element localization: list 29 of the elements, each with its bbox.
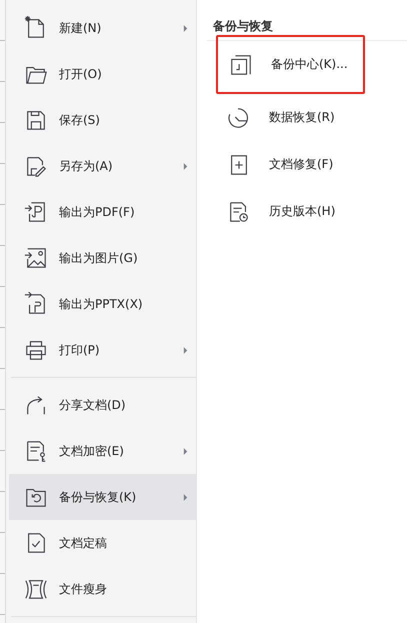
- printer-icon: [24, 338, 48, 362]
- encrypted-file-icon: [24, 439, 48, 463]
- backup-center-icon: [229, 52, 253, 76]
- save-as-icon: [24, 154, 48, 178]
- pdf-export-icon: [24, 200, 48, 224]
- submenu-item[interactable]: 数据恢复(R): [197, 94, 407, 141]
- save-icon: [24, 108, 48, 132]
- menu-item[interactable]: 打印(P): [6, 327, 196, 373]
- menu-item[interactable]: 分享文档(D): [6, 382, 196, 428]
- menu-item[interactable]: 输出为PDF(F): [6, 189, 196, 235]
- submenu-item[interactable]: 备份中心(K)...: [216, 35, 365, 94]
- menu-item[interactable]: 新建(N): [6, 5, 196, 51]
- menu-item[interactable]: 文档定稿: [6, 520, 196, 566]
- submenu-item[interactable]: 文档修复(F): [197, 141, 407, 188]
- menu-item[interactable]: 输出为PPTX(X): [6, 281, 196, 327]
- submenu-item[interactable]: 历史版本(H): [197, 188, 407, 235]
- submenu-title: 备份与恢复: [212, 18, 274, 35]
- menu-item[interactable]: 保存(S): [6, 97, 196, 143]
- menu-item[interactable]: 文档加密(E): [6, 428, 196, 474]
- menu-item[interactable]: 文件瘦身: [6, 566, 196, 612]
- restore-clock-icon: [227, 106, 251, 130]
- history-icon: [227, 200, 251, 224]
- image-export-icon: [24, 246, 48, 270]
- menu-item[interactable]: 输出为图片(G): [6, 235, 196, 281]
- menu-item[interactable]: 另存为(A): [6, 143, 196, 189]
- menu-item[interactable]: 打开(O): [6, 51, 196, 97]
- menu-item[interactable]: 备份与恢复(K): [9, 474, 196, 520]
- pptx-export-icon: [24, 292, 48, 316]
- slim-file-icon: [24, 577, 48, 601]
